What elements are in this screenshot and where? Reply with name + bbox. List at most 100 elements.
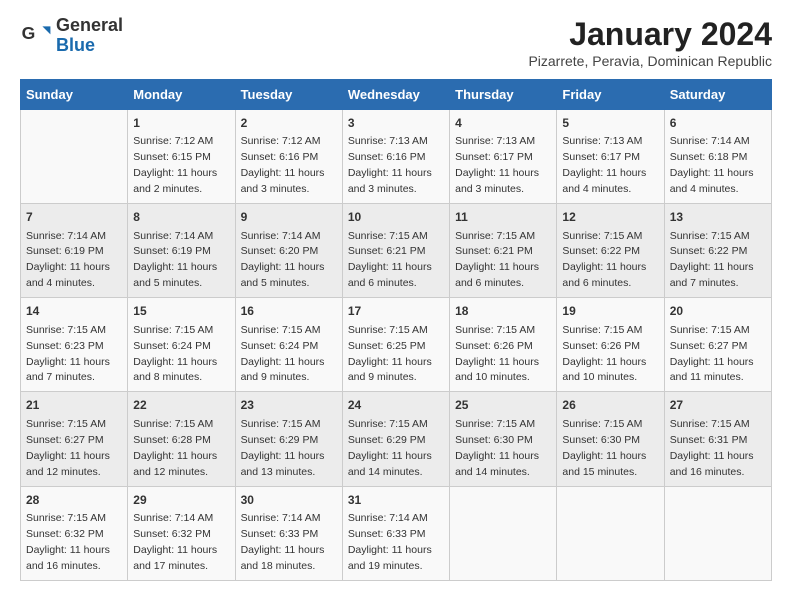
day-number: 25 (455, 397, 551, 414)
day-info: Sunrise: 7:15 AM Sunset: 6:27 PM Dayligh… (26, 418, 110, 478)
logo: G General Blue (20, 16, 123, 56)
calendar-cell: 27Sunrise: 7:15 AM Sunset: 6:31 PM Dayli… (664, 392, 771, 486)
day-number: 26 (562, 397, 658, 414)
day-info: Sunrise: 7:15 AM Sunset: 6:27 PM Dayligh… (670, 324, 754, 384)
day-info: Sunrise: 7:15 AM Sunset: 6:25 PM Dayligh… (348, 324, 432, 384)
calendar-title: January 2024 (528, 16, 772, 53)
day-number: 7 (26, 209, 122, 226)
calendar-subtitle: Pizarrete, Peravia, Dominican Republic (528, 53, 772, 69)
calendar-cell (557, 486, 664, 580)
day-number: 12 (562, 209, 658, 226)
day-info: Sunrise: 7:13 AM Sunset: 6:16 PM Dayligh… (348, 135, 432, 195)
day-number: 8 (133, 209, 229, 226)
day-info: Sunrise: 7:14 AM Sunset: 6:19 PM Dayligh… (26, 230, 110, 290)
calendar-cell: 8 Sunrise: 7:14 AM Sunset: 6:19 PM Daylig… (128, 204, 235, 298)
day-info: Sunrise: 7:13 AM Sunset: 6:17 PM Dayligh… (455, 135, 539, 195)
day-number: 10 (348, 209, 444, 226)
day-info: Sunrise: 7:15 AM Sunset: 6:26 PM Dayligh… (455, 324, 539, 384)
calendar-cell (450, 486, 557, 580)
weekday-header: Friday (557, 80, 664, 110)
day-number: 11 (455, 209, 551, 226)
day-number: 4 (455, 115, 551, 132)
day-number: 19 (562, 303, 658, 320)
day-number: 2 (241, 115, 337, 132)
day-info: Sunrise: 7:14 AM Sunset: 6:18 PM Dayligh… (670, 135, 754, 195)
calendar-cell: 3Sunrise: 7:13 AM Sunset: 6:16 PM Daylig… (342, 110, 449, 204)
day-info: Sunrise: 7:14 AM Sunset: 6:32 PM Dayligh… (133, 512, 217, 572)
day-number: 14 (26, 303, 122, 320)
logo-general-text: General (56, 16, 123, 36)
weekday-header: Wednesday (342, 80, 449, 110)
svg-text:G: G (22, 23, 36, 43)
day-number: 15 (133, 303, 229, 320)
day-number: 22 (133, 397, 229, 414)
calendar-week-row: 1 Sunrise: 7:12 AM Sunset: 6:15 PM Daylig… (21, 110, 772, 204)
calendar-cell (21, 110, 128, 204)
calendar-cell: 29 Sunrise: 7:14 AM Sunset: 6:32 PM Dayli… (128, 486, 235, 580)
calendar-cell: 30Sunrise: 7:14 AM Sunset: 6:33 PM Dayli… (235, 486, 342, 580)
logo-text: General Blue (56, 16, 123, 56)
calendar-cell: 26 Sunrise: 7:15 AM Sunset: 6:30 PM Dayli… (557, 392, 664, 486)
day-number: 29 (133, 492, 229, 509)
day-info: Sunrise: 7:14 AM Sunset: 6:19 PM Dayligh… (133, 230, 217, 290)
day-info: Sunrise: 7:15 AM Sunset: 6:21 PM Dayligh… (348, 230, 432, 290)
calendar-cell: 16 Sunrise: 7:15 AM Sunset: 6:24 PM Dayli… (235, 298, 342, 392)
day-info: Sunrise: 7:15 AM Sunset: 6:30 PM Dayligh… (562, 418, 646, 478)
calendar-cell: 23Sunrise: 7:15 AM Sunset: 6:29 PM Dayli… (235, 392, 342, 486)
calendar-cell: 2 Sunrise: 7:12 AM Sunset: 6:16 PM Daylig… (235, 110, 342, 204)
day-info: Sunrise: 7:15 AM Sunset: 6:23 PM Dayligh… (26, 324, 110, 384)
title-block: January 2024 Pizarrete, Peravia, Dominic… (528, 16, 772, 69)
calendar-cell: 5Sunrise: 7:13 AM Sunset: 6:17 PM Daylig… (557, 110, 664, 204)
day-info: Sunrise: 7:15 AM Sunset: 6:32 PM Dayligh… (26, 512, 110, 572)
day-info: Sunrise: 7:15 AM Sunset: 6:28 PM Dayligh… (133, 418, 217, 478)
weekday-header: Monday (128, 80, 235, 110)
day-number: 31 (348, 492, 444, 509)
day-number: 16 (241, 303, 337, 320)
calendar-week-row: 7 Sunrise: 7:14 AM Sunset: 6:19 PM Daylig… (21, 204, 772, 298)
calendar-cell: 13Sunrise: 7:15 AM Sunset: 6:22 PM Dayli… (664, 204, 771, 298)
calendar-cell: 6 Sunrise: 7:14 AM Sunset: 6:18 PM Daylig… (664, 110, 771, 204)
day-number: 17 (348, 303, 444, 320)
calendar-cell: 11 Sunrise: 7:15 AM Sunset: 6:21 PM Dayli… (450, 204, 557, 298)
calendar-week-row: 28 Sunrise: 7:15 AM Sunset: 6:32 PM Dayli… (21, 486, 772, 580)
calendar-table: SundayMondayTuesdayWednesdayThursdayFrid… (20, 79, 772, 581)
calendar-cell: 10 Sunrise: 7:15 AM Sunset: 6:21 PM Dayli… (342, 204, 449, 298)
day-info: Sunrise: 7:15 AM Sunset: 6:30 PM Dayligh… (455, 418, 539, 478)
day-number: 13 (670, 209, 766, 226)
day-number: 30 (241, 492, 337, 509)
day-number: 1 (133, 115, 229, 132)
day-info: Sunrise: 7:12 AM Sunset: 6:16 PM Dayligh… (241, 135, 325, 195)
calendar-cell: 4 Sunrise: 7:13 AM Sunset: 6:17 PM Daylig… (450, 110, 557, 204)
day-info: Sunrise: 7:15 AM Sunset: 6:31 PM Dayligh… (670, 418, 754, 478)
weekday-header: Thursday (450, 80, 557, 110)
calendar-cell: 17 Sunrise: 7:15 AM Sunset: 6:25 PM Dayli… (342, 298, 449, 392)
calendar-cell: 21Sunrise: 7:15 AM Sunset: 6:27 PM Dayli… (21, 392, 128, 486)
day-number: 6 (670, 115, 766, 132)
day-number: 28 (26, 492, 122, 509)
calendar-cell: 15Sunrise: 7:15 AM Sunset: 6:24 PM Dayli… (128, 298, 235, 392)
calendar-cell: 12Sunrise: 7:15 AM Sunset: 6:22 PM Dayli… (557, 204, 664, 298)
weekday-header: Saturday (664, 80, 771, 110)
calendar-cell: 18 Sunrise: 7:15 AM Sunset: 6:26 PM Dayli… (450, 298, 557, 392)
day-info: Sunrise: 7:14 AM Sunset: 6:33 PM Dayligh… (348, 512, 432, 572)
calendar-cell: 31 Sunrise: 7:14 AM Sunset: 6:33 PM Dayli… (342, 486, 449, 580)
day-info: Sunrise: 7:15 AM Sunset: 6:29 PM Dayligh… (348, 418, 432, 478)
calendar-cell: 7 Sunrise: 7:14 AM Sunset: 6:19 PM Daylig… (21, 204, 128, 298)
calendar-cell: 24Sunrise: 7:15 AM Sunset: 6:29 PM Dayli… (342, 392, 449, 486)
day-number: 20 (670, 303, 766, 320)
calendar-header: SundayMondayTuesdayWednesdayThursdayFrid… (21, 80, 772, 110)
day-info: Sunrise: 7:12 AM Sunset: 6:15 PM Dayligh… (133, 135, 217, 195)
calendar-cell: 25 Sunrise: 7:15 AM Sunset: 6:30 PM Dayli… (450, 392, 557, 486)
day-info: Sunrise: 7:15 AM Sunset: 6:26 PM Dayligh… (562, 324, 646, 384)
logo-blue-text: Blue (56, 36, 123, 56)
weekday-header: Sunday (21, 80, 128, 110)
calendar-week-row: 21Sunrise: 7:15 AM Sunset: 6:27 PM Dayli… (21, 392, 772, 486)
calendar-week-row: 14 Sunrise: 7:15 AM Sunset: 6:23 PM Dayli… (21, 298, 772, 392)
calendar-cell: 19 Sunrise: 7:15 AM Sunset: 6:26 PM Dayli… (557, 298, 664, 392)
page-header: G General Blue January 2024 Pizarrete, P… (20, 16, 772, 69)
day-number: 18 (455, 303, 551, 320)
day-info: Sunrise: 7:15 AM Sunset: 6:21 PM Dayligh… (455, 230, 539, 290)
calendar-cell: 14 Sunrise: 7:15 AM Sunset: 6:23 PM Dayli… (21, 298, 128, 392)
day-info: Sunrise: 7:15 AM Sunset: 6:24 PM Dayligh… (241, 324, 325, 384)
calendar-cell: 22 Sunrise: 7:15 AM Sunset: 6:28 PM Dayli… (128, 392, 235, 486)
